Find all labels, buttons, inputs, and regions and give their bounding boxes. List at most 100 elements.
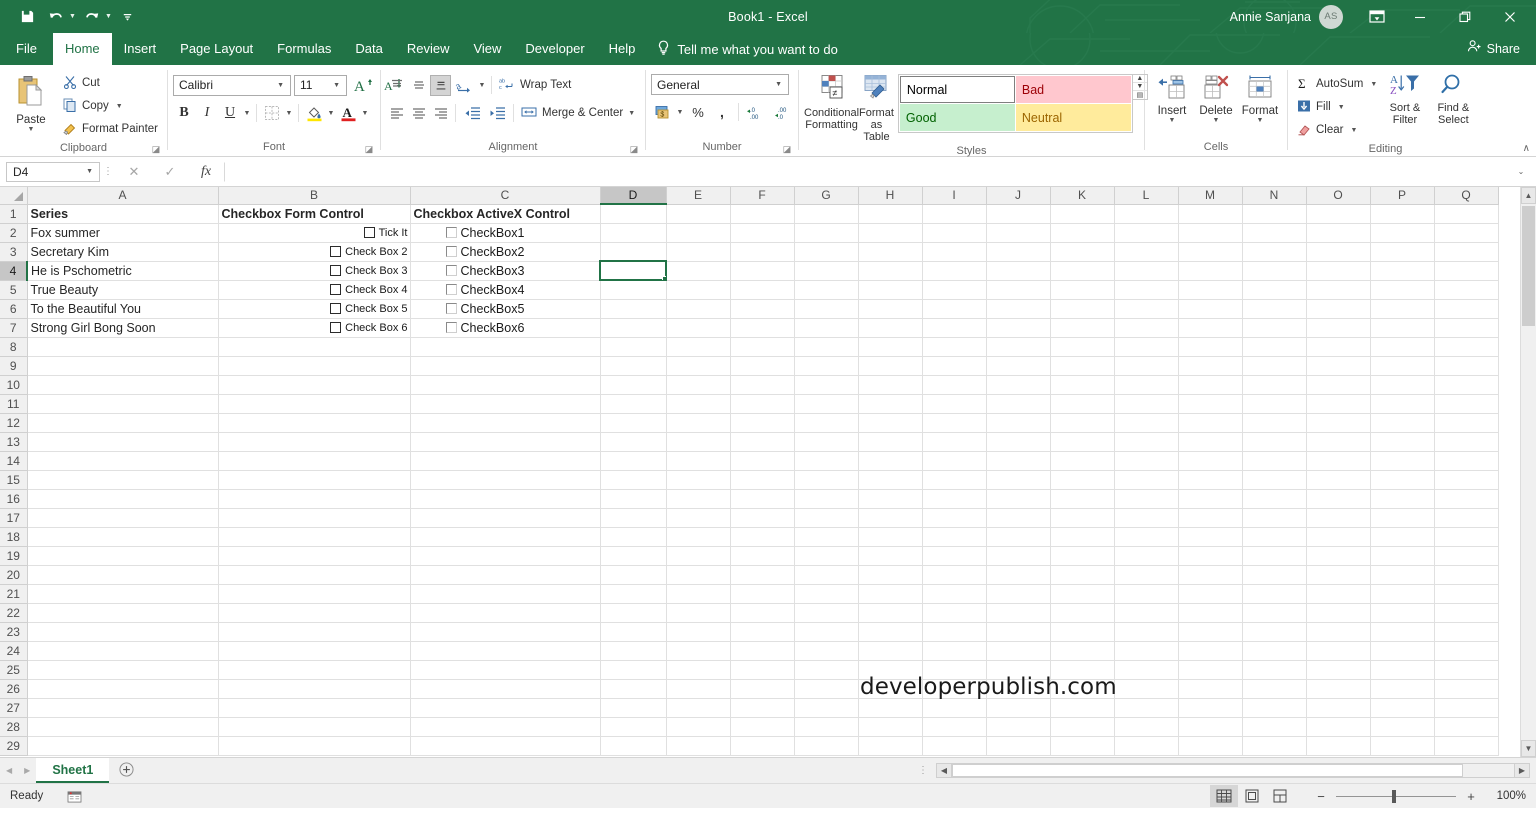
- cell-L17[interactable]: [1114, 508, 1179, 528]
- cell-J18[interactable]: [986, 527, 1051, 547]
- cell-A12[interactable]: [27, 413, 219, 433]
- cell-E18[interactable]: [666, 527, 731, 547]
- conditional-formatting-button[interactable]: ≠ Conditional Formatting ▼: [804, 71, 859, 131]
- cell-B17[interactable]: [218, 508, 411, 528]
- row-header-4[interactable]: 4: [0, 261, 28, 281]
- delete-cells-button[interactable]: Delete ▼: [1194, 71, 1238, 124]
- activex-checkbox-1[interactable]: CheckBox1: [414, 226, 598, 240]
- cell-G20[interactable]: [794, 565, 859, 585]
- italic-button[interactable]: I: [196, 102, 218, 124]
- checkbox-icon[interactable]: [330, 246, 342, 257]
- cell-F29[interactable]: [730, 736, 795, 756]
- cell-O4[interactable]: [1306, 261, 1371, 281]
- cell-J28[interactable]: [986, 717, 1051, 737]
- column-header-N[interactable]: N: [1242, 187, 1307, 205]
- increase-decimal-button[interactable]: .0.00: [744, 101, 770, 123]
- cell-O13[interactable]: [1306, 432, 1371, 452]
- record-macro-button[interactable]: [43, 790, 82, 803]
- cell-E1[interactable]: [666, 204, 731, 224]
- cell-P23[interactable]: [1370, 622, 1435, 642]
- cell-I5[interactable]: [922, 280, 987, 300]
- cell-M19[interactable]: [1178, 546, 1243, 566]
- cell-G24[interactable]: [794, 641, 859, 661]
- cell-F15[interactable]: [730, 470, 795, 490]
- cell-P5[interactable]: [1370, 280, 1435, 300]
- cell-O19[interactable]: [1306, 546, 1371, 566]
- checkbox-icon[interactable]: [445, 322, 457, 333]
- ribbon-display-options-icon[interactable]: [1357, 2, 1397, 32]
- cell-G21[interactable]: [794, 584, 859, 604]
- cell-B23[interactable]: [218, 622, 411, 642]
- cell-P8[interactable]: [1370, 337, 1435, 357]
- cell-M9[interactable]: [1178, 356, 1243, 376]
- cell-M27[interactable]: [1178, 698, 1243, 718]
- cell-D9[interactable]: [600, 356, 667, 376]
- cell-Q17[interactable]: [1434, 508, 1499, 528]
- font-family-combo[interactable]: Calibri ▼: [173, 74, 291, 96]
- cell-O20[interactable]: [1306, 565, 1371, 585]
- cell-K14[interactable]: [1050, 451, 1115, 471]
- tab-file[interactable]: File: [0, 33, 53, 65]
- cell-H9[interactable]: [858, 356, 923, 376]
- cell-B14[interactable]: [218, 451, 411, 471]
- cell-A25[interactable]: [27, 660, 219, 680]
- cell-L12[interactable]: [1114, 413, 1179, 433]
- cell-K28[interactable]: [1050, 717, 1115, 737]
- cell-O21[interactable]: [1306, 584, 1371, 604]
- cell-N20[interactable]: [1242, 565, 1307, 585]
- cell-N2[interactable]: [1242, 223, 1307, 243]
- cell-L13[interactable]: [1114, 432, 1179, 452]
- cell-H29[interactable]: [858, 736, 923, 756]
- cell-I21[interactable]: [922, 584, 987, 604]
- cell-Q14[interactable]: [1434, 451, 1499, 471]
- cell-J14[interactable]: [986, 451, 1051, 471]
- cell-M10[interactable]: [1178, 375, 1243, 395]
- cell-M12[interactable]: [1178, 413, 1243, 433]
- cell-F6[interactable]: [730, 299, 795, 319]
- cell-L7[interactable]: [1114, 318, 1179, 338]
- row-header-1[interactable]: 1: [0, 204, 28, 224]
- cell-L27[interactable]: [1114, 698, 1179, 718]
- cell-L25[interactable]: [1114, 660, 1179, 680]
- cell-K4[interactable]: [1050, 261, 1115, 281]
- row-header-9[interactable]: 9: [0, 356, 28, 376]
- cell-B22[interactable]: [218, 603, 411, 623]
- cell-B10[interactable]: [218, 375, 411, 395]
- accounting-format-button[interactable]: $: [651, 101, 673, 123]
- previous-sheet-icon[interactable]: ◀: [6, 766, 12, 775]
- cell-L16[interactable]: [1114, 489, 1179, 509]
- cell-Q26[interactable]: [1434, 679, 1499, 699]
- cell-P12[interactable]: [1370, 413, 1435, 433]
- normal-view-button[interactable]: [1210, 785, 1238, 807]
- cell-M4[interactable]: [1178, 261, 1243, 281]
- cell-M14[interactable]: [1178, 451, 1243, 471]
- column-header-H[interactable]: H: [858, 187, 923, 205]
- cell-K15[interactable]: [1050, 470, 1115, 490]
- cell-B5[interactable]: Check Box 4: [218, 280, 411, 300]
- cell-P4[interactable]: [1370, 261, 1435, 281]
- cell-I4[interactable]: [922, 261, 987, 281]
- cell-E26[interactable]: [666, 679, 731, 699]
- cell-A28[interactable]: [27, 717, 219, 737]
- cell-F10[interactable]: [730, 375, 795, 395]
- undo-icon[interactable]: [43, 5, 69, 29]
- row-header-27[interactable]: 27: [0, 698, 28, 718]
- cell-B11[interactable]: [218, 394, 411, 414]
- cell-P17[interactable]: [1370, 508, 1435, 528]
- cell-B8[interactable]: [218, 337, 411, 357]
- cell-N19[interactable]: [1242, 546, 1307, 566]
- cell-A6[interactable]: To the Beautiful You: [27, 299, 219, 319]
- cell-L5[interactable]: [1114, 280, 1179, 300]
- cell-P15[interactable]: [1370, 470, 1435, 490]
- cell-C5[interactable]: CheckBox4: [410, 280, 601, 300]
- zoom-control[interactable]: − + 100%: [1294, 789, 1526, 804]
- cell-K23[interactable]: [1050, 622, 1115, 642]
- cell-H22[interactable]: [858, 603, 923, 623]
- close-button[interactable]: [1487, 1, 1532, 33]
- cell-N11[interactable]: [1242, 394, 1307, 414]
- cell-I22[interactable]: [922, 603, 987, 623]
- center-button[interactable]: [408, 103, 429, 124]
- cell-M24[interactable]: [1178, 641, 1243, 661]
- cell-F19[interactable]: [730, 546, 795, 566]
- row-header-2[interactable]: 2: [0, 223, 28, 243]
